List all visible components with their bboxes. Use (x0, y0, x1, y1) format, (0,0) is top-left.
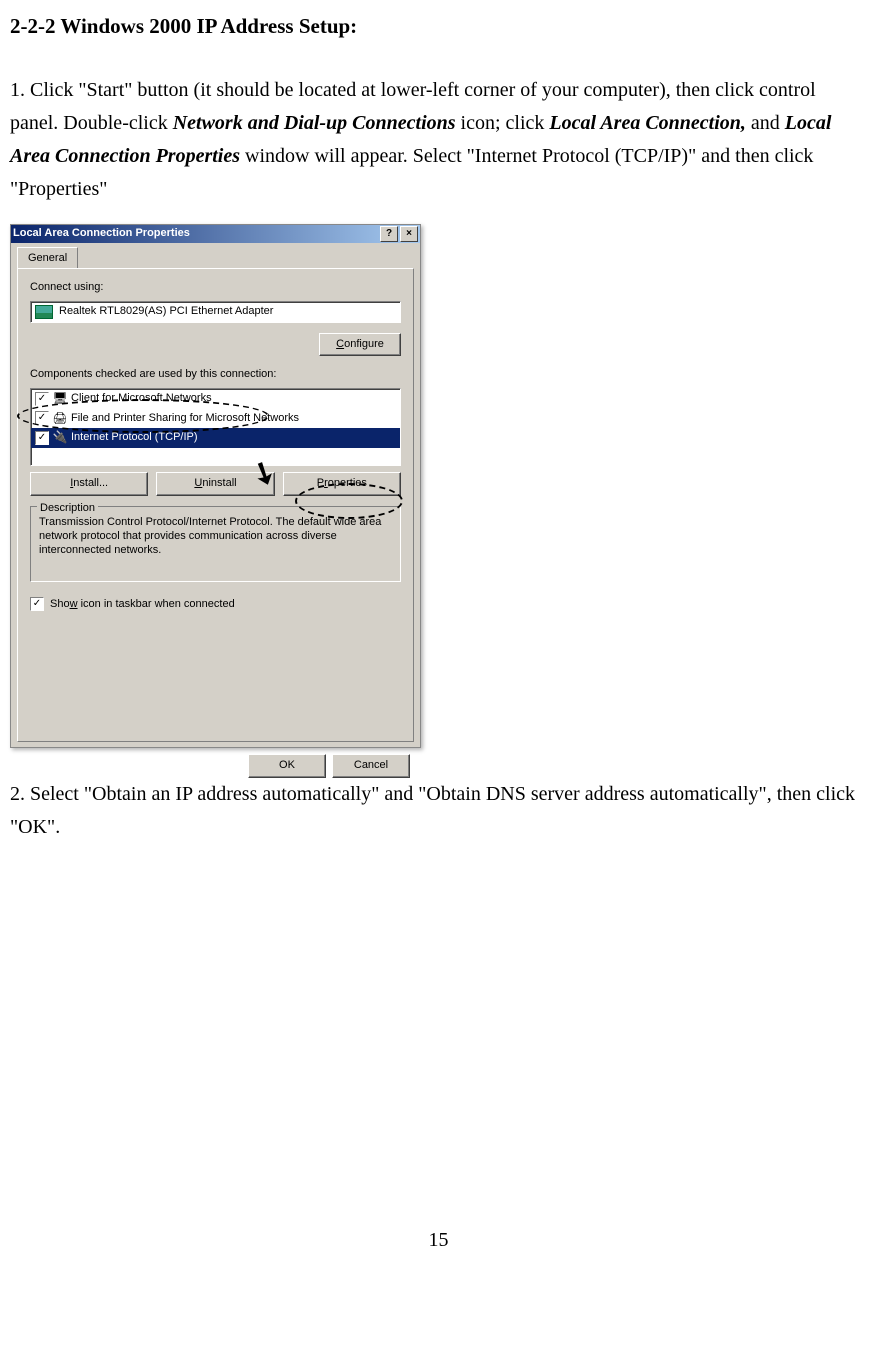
dialog-title: Local Area Connection Properties (13, 225, 190, 243)
tab-strip: General (11, 243, 420, 269)
item-label: Client for Microsoft Networks (71, 390, 212, 408)
paragraph-2: 2. Select "Obtain an IP address automati… (10, 778, 867, 844)
checkbox-icon[interactable]: ✓ (35, 392, 49, 406)
help-button[interactable]: ? (380, 226, 398, 242)
share-icon: 🖨 (53, 411, 67, 425)
show-taskbar-label: Show icon in taskbar when connected (50, 596, 235, 614)
nic-icon (35, 305, 53, 319)
ok-button[interactable]: OK (248, 754, 326, 778)
list-item[interactable]: ✓ 🖨 File and Printer Sharing for Microso… (31, 409, 400, 429)
paragraph-1: 1. Click "Start" button (it should be lo… (10, 74, 867, 206)
dialog-footer-buttons: OK Cancel (11, 748, 420, 786)
para1-text-b: icon; click (456, 112, 550, 134)
para1-text-c: and (746, 112, 785, 134)
install-u: I (70, 477, 73, 489)
client-icon: 🖥 (53, 392, 67, 406)
para1-bold-2: Local Area Connection, (549, 112, 745, 134)
properties-dialog-screenshot: Local Area Connection Properties ? × Gen… (10, 224, 421, 748)
components-listbox[interactable]: ✓ 🖥 Client for Microsoft Networks ✓ 🖨 Fi… (30, 388, 401, 466)
configure-u: C (336, 338, 344, 350)
protocol-icon: 🔌 (53, 431, 67, 445)
tab-general[interactable]: General (17, 247, 78, 270)
show-post: icon in taskbar when connected (78, 598, 235, 610)
uninstall-button[interactable]: Uninstall (156, 472, 274, 496)
list-item[interactable]: ✓ 🖥 Client for Microsoft Networks (31, 389, 400, 409)
show-pre: Sho (50, 598, 70, 610)
properties-button[interactable]: Properties (283, 472, 401, 496)
button-row: Install... Uninstall Properties (30, 472, 401, 496)
list-item-selected[interactable]: ✓ 🔌 Internet Protocol (TCP/IP) (31, 428, 400, 448)
show-taskbar-row: ✓ Show icon in taskbar when connected (30, 596, 401, 614)
adapter-name: Realtek RTL8029(AS) PCI Ethernet Adapter (59, 303, 273, 321)
description-legend: Description (37, 500, 98, 518)
uninstall-u: U (194, 477, 202, 489)
close-button[interactable]: × (400, 226, 418, 242)
connect-using-label: Connect using: (30, 279, 401, 297)
adapter-box: Realtek RTL8029(AS) PCI Ethernet Adapter (30, 301, 401, 323)
titlebar: Local Area Connection Properties ? × (11, 225, 420, 243)
components-label: Components checked are used by this conn… (30, 366, 401, 384)
item-label: File and Printer Sharing for Microsoft N… (71, 410, 299, 428)
tab-panel: Connect using: Realtek RTL8029(AS) PCI E… (17, 268, 414, 742)
show-taskbar-checkbox[interactable]: ✓ (30, 597, 44, 611)
section-heading: 2-2-2 Windows 2000 IP Address Setup: (10, 10, 867, 44)
checkbox-icon[interactable]: ✓ (35, 411, 49, 425)
description-group: Description Transmission Control Protoco… (30, 506, 401, 582)
install-button[interactable]: Install... (30, 472, 148, 496)
configure-button[interactable]: Configure (319, 333, 401, 357)
description-text: Transmission Control Protocol/Internet P… (39, 515, 392, 558)
properties-u: r (324, 477, 328, 489)
checkbox-icon[interactable]: ✓ (35, 431, 49, 445)
show-u: w (70, 598, 78, 610)
page-number: 15 (10, 1224, 867, 1256)
para1-bold-1: Network and Dial-up Connections (173, 112, 456, 134)
item-label: Internet Protocol (TCP/IP) (71, 429, 198, 447)
cancel-button[interactable]: Cancel (332, 754, 410, 778)
